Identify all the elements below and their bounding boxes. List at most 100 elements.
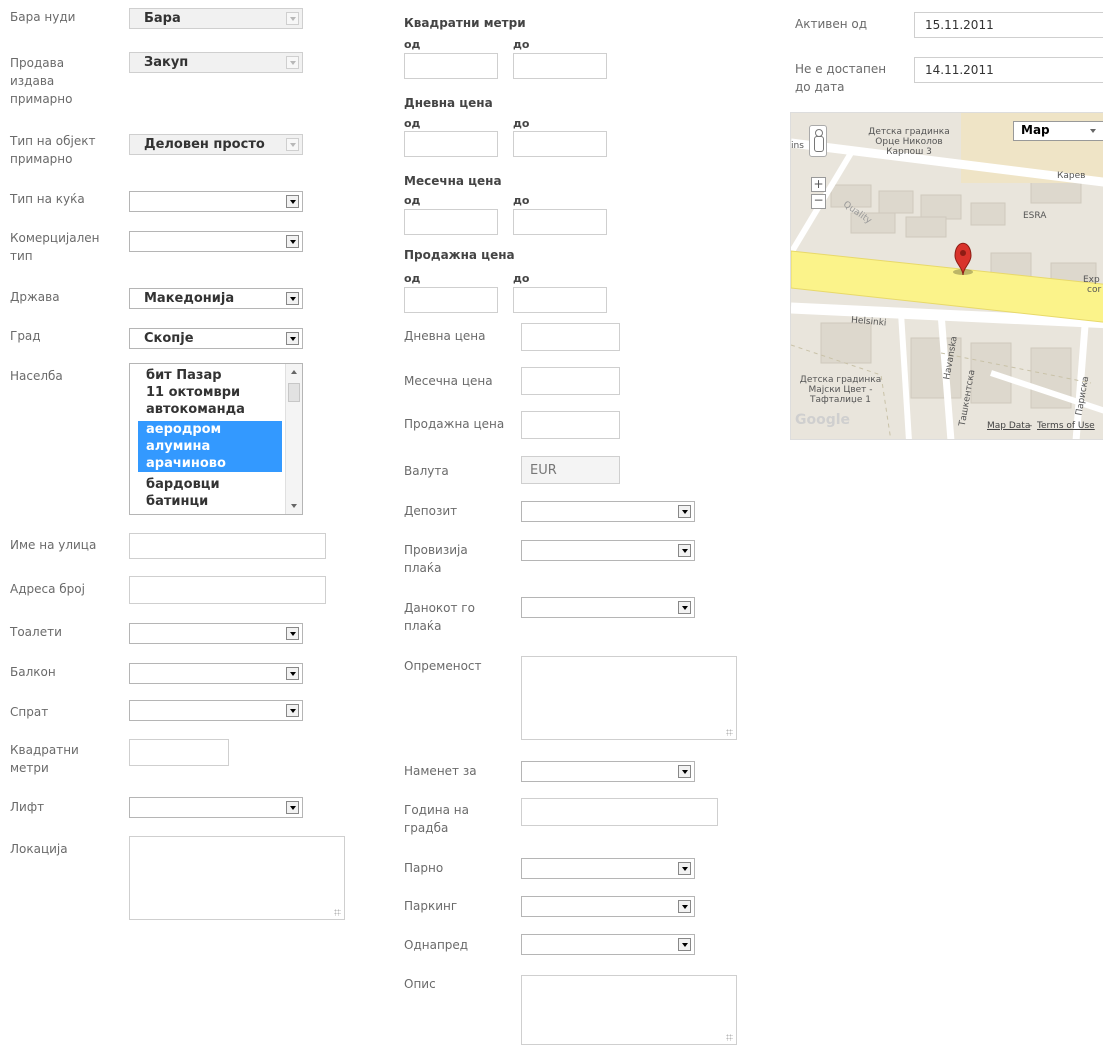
sells-select-value: Закуп xyxy=(144,55,189,70)
monthly-from-input[interactable] xyxy=(404,209,498,235)
list-item-selected[interactable]: аеродром xyxy=(138,421,282,438)
chevron-down-icon xyxy=(286,704,299,717)
address-number-input[interactable] xyxy=(129,576,326,604)
purpose-select[interactable] xyxy=(521,761,695,782)
year-built-input[interactable] xyxy=(521,798,718,826)
chevron-down-icon xyxy=(286,12,299,25)
listbox-scrollbar[interactable] xyxy=(285,364,302,514)
chevron-down-icon xyxy=(286,292,299,305)
daily-to-input[interactable] xyxy=(513,131,607,157)
advance-select[interactable] xyxy=(521,934,695,955)
monthly-price-input[interactable] xyxy=(521,367,620,395)
house-type-label: Тип на куќа xyxy=(10,192,85,206)
chevron-down-icon xyxy=(678,505,691,518)
seeks-select[interactable]: Бара xyxy=(129,8,303,29)
street-input[interactable] xyxy=(129,533,326,559)
map-widget[interactable]: + − Map Детска градинка Орце Николов Кар… xyxy=(790,112,1103,440)
unavailable-until-input[interactable]: 14.11.2011 xyxy=(914,57,1103,83)
google-logo: Google xyxy=(795,412,851,428)
active-from-input[interactable]: 15.11.2011 xyxy=(914,12,1103,38)
tax-select[interactable] xyxy=(521,597,695,618)
floor-label: Спрат xyxy=(10,705,49,719)
street-view-pegman-icon[interactable] xyxy=(809,125,827,157)
sale-group-heading: Продажна цена xyxy=(404,248,515,262)
chevron-down-icon xyxy=(678,862,691,875)
daily-to-label: до xyxy=(513,117,530,130)
elevator-select[interactable] xyxy=(129,797,303,818)
heating-label: Парно xyxy=(404,861,444,875)
chevron-down-icon xyxy=(286,332,299,345)
daily-from-label: од xyxy=(404,117,421,130)
sale-from-input[interactable] xyxy=(404,287,498,313)
balcony-label: Балкон xyxy=(10,665,56,679)
object-type-select[interactable]: Деловен просто xyxy=(129,134,303,155)
map-label-expo-1: Exp xyxy=(1083,275,1100,285)
toilets-select[interactable] xyxy=(129,623,303,644)
toilets-label: Тоалети xyxy=(10,625,62,639)
sale-from-label: од xyxy=(404,272,421,285)
commission-select[interactable] xyxy=(521,540,695,561)
map-label-karev: Карев xyxy=(1057,171,1086,181)
sqm-from-input[interactable] xyxy=(404,53,498,79)
description-textarea[interactable] xyxy=(521,975,737,1045)
commission-label: Провизија плаќа xyxy=(404,543,468,575)
sale-price-input[interactable] xyxy=(521,411,620,439)
seeks-label: Бара нуди xyxy=(10,10,76,24)
monthly-to-input[interactable] xyxy=(513,209,607,235)
list-item[interactable]: бит Пазар xyxy=(138,367,282,384)
sqm-to-input[interactable] xyxy=(513,53,607,79)
list-item[interactable]: бардовци xyxy=(138,476,282,493)
monthly-price-label: Месечна цена xyxy=(404,374,493,388)
list-item[interactable]: батинци xyxy=(138,493,282,510)
terms-of-use-link[interactable]: Terms of Use xyxy=(1037,421,1095,431)
list-item[interactable]: автокоманда xyxy=(138,401,282,418)
sale-to-label: до xyxy=(513,272,530,285)
list-item-selected[interactable]: алумина xyxy=(138,438,282,455)
settlement-listbox[interactable]: бит Пазар 11 октомври автокоманда аеродр… xyxy=(129,363,303,515)
zoom-out-button[interactable]: − xyxy=(811,194,826,209)
city-select[interactable]: Скопје xyxy=(129,328,303,349)
location-label: Локација xyxy=(10,842,68,856)
daily-group-heading: Дневна цена xyxy=(404,96,493,110)
daily-from-input[interactable] xyxy=(404,131,498,157)
country-select-value: Македонија xyxy=(144,291,235,306)
zoom-in-button[interactable]: + xyxy=(811,177,826,192)
equipment-textarea[interactable] xyxy=(521,656,737,740)
scroll-thumb[interactable] xyxy=(288,383,300,402)
scroll-down-icon[interactable] xyxy=(291,504,297,508)
map-link-separator: - xyxy=(1029,421,1033,431)
chevron-down-icon xyxy=(286,195,299,208)
parking-select[interactable] xyxy=(521,896,695,917)
balcony-select[interactable] xyxy=(129,663,303,684)
chevron-down-icon xyxy=(1090,129,1096,133)
chevron-down-icon xyxy=(286,235,299,248)
map-type-select[interactable]: Map xyxy=(1013,121,1103,141)
map-label-expo-2: cor xyxy=(1087,285,1102,295)
map-data-link[interactable]: Map Data xyxy=(987,421,1030,431)
daily-price-input[interactable] xyxy=(521,323,620,351)
scroll-up-icon[interactable] xyxy=(291,370,297,374)
house-type-select[interactable] xyxy=(129,191,303,212)
country-select[interactable]: Македонија xyxy=(129,288,303,309)
deposit-select[interactable] xyxy=(521,501,695,522)
heating-select[interactable] xyxy=(521,858,695,879)
active-from-label: Активен од xyxy=(795,17,867,31)
commercial-type-select[interactable] xyxy=(129,231,303,252)
list-item[interactable]: 11 октомври xyxy=(138,384,282,401)
commercial-type-label: Комерцијален тип xyxy=(10,231,100,263)
seeks-select-value: Бара xyxy=(144,11,181,26)
sells-select[interactable]: Закуп xyxy=(129,52,303,73)
chevron-down-icon xyxy=(286,801,299,814)
list-item-selected[interactable]: арачиново xyxy=(138,455,282,472)
square-meters-input[interactable] xyxy=(129,739,229,766)
location-textarea[interactable] xyxy=(129,836,345,920)
floor-select[interactable] xyxy=(129,700,303,721)
chevron-down-icon xyxy=(678,938,691,951)
chevron-down-icon xyxy=(678,900,691,913)
chevron-down-icon xyxy=(286,138,299,151)
sale-to-input[interactable] xyxy=(513,287,607,313)
map-type-value: Map xyxy=(1021,123,1050,137)
sale-price-label: Продажна цена xyxy=(404,417,505,431)
square-meters-label: Квадратни метри xyxy=(10,743,79,775)
equipment-label: Опременост xyxy=(404,659,482,673)
